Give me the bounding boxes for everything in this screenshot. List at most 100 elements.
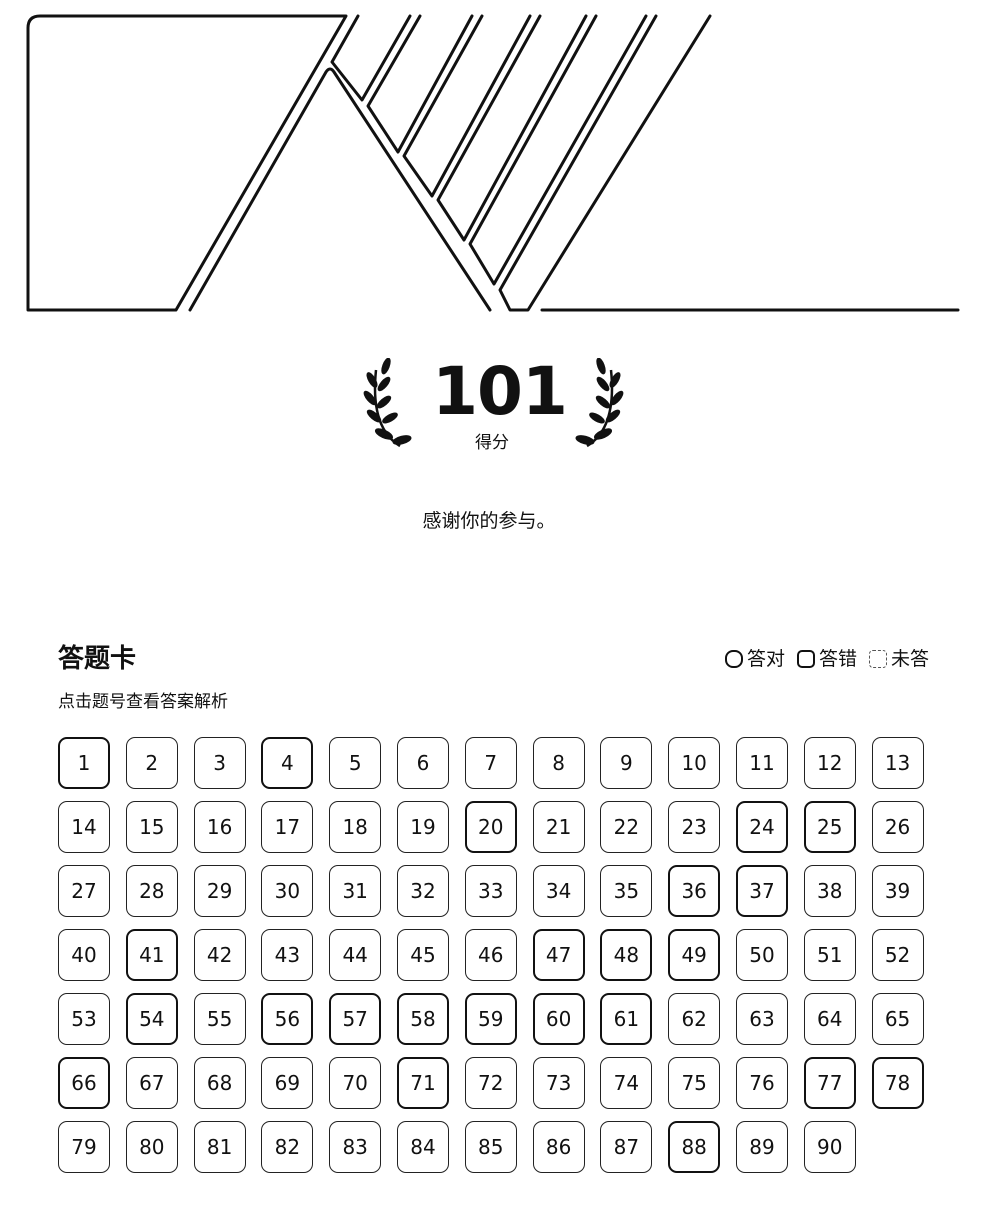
question-button[interactable]: 71 — [396, 1057, 449, 1109]
question-button[interactable]: 64 — [803, 993, 856, 1045]
legend-unanswered: 未答 — [868, 646, 929, 672]
legend-wrong-label: 答错 — [818, 648, 857, 670]
question-button[interactable]: 22 — [600, 801, 653, 853]
question-button[interactable]: 67 — [125, 1057, 178, 1109]
question-button[interactable]: 49 — [668, 929, 721, 981]
question-button[interactable]: 53 — [58, 993, 110, 1045]
question-button[interactable]: 24 — [735, 801, 788, 853]
legend-wrong: 答错 — [796, 646, 857, 672]
question-button[interactable]: 82 — [261, 1121, 314, 1173]
question-button[interactable]: 87 — [600, 1121, 653, 1173]
question-button[interactable]: 16 — [193, 801, 246, 853]
question-button[interactable]: 40 — [58, 929, 110, 981]
question-button[interactable]: 39 — [871, 865, 924, 917]
question-button[interactable]: 81 — [193, 1121, 246, 1173]
question-button[interactable]: 58 — [396, 993, 449, 1045]
question-button[interactable]: 9 — [600, 737, 653, 789]
question-button[interactable]: 47 — [532, 929, 585, 981]
question-button[interactable]: 80 — [125, 1121, 178, 1173]
question-button[interactable]: 76 — [735, 1057, 788, 1109]
question-button[interactable]: 60 — [532, 993, 585, 1045]
question-button[interactable]: 28 — [125, 865, 178, 917]
question-button[interactable]: 68 — [193, 1057, 246, 1109]
question-button[interactable]: 73 — [532, 1057, 585, 1109]
question-button[interactable]: 83 — [329, 1121, 382, 1173]
question-button[interactable]: 57 — [329, 993, 382, 1045]
question-button[interactable]: 74 — [600, 1057, 653, 1109]
question-button[interactable]: 86 — [532, 1121, 585, 1173]
question-button[interactable]: 15 — [125, 801, 178, 853]
question-button[interactable]: 61 — [600, 993, 653, 1045]
question-button[interactable]: 44 — [329, 929, 382, 981]
question-button[interactable]: 25 — [803, 801, 856, 853]
question-button[interactable]: 48 — [600, 929, 653, 981]
question-button[interactable]: 52 — [871, 929, 924, 981]
question-button[interactable]: 75 — [668, 1057, 721, 1109]
question-button[interactable]: 46 — [464, 929, 517, 981]
question-button[interactable]: 27 — [58, 865, 110, 917]
question-button[interactable]: 78 — [871, 1057, 924, 1109]
question-button[interactable]: 7 — [464, 737, 517, 789]
question-button[interactable]: 20 — [464, 801, 517, 853]
question-button[interactable]: 14 — [58, 801, 110, 853]
question-button[interactable]: 84 — [396, 1121, 449, 1173]
question-button[interactable]: 50 — [735, 929, 788, 981]
question-button[interactable]: 42 — [193, 929, 246, 981]
legend-unanswered-swatch — [868, 650, 887, 668]
question-button[interactable]: 8 — [532, 737, 585, 789]
question-button[interactable]: 89 — [735, 1121, 788, 1173]
question-button[interactable]: 77 — [803, 1057, 856, 1109]
question-button[interactable]: 23 — [668, 801, 721, 853]
question-grid: 1 2 3 4 5 6 7 8 9 10 11 12 13 14 15 16 17 18 19 20 21 22 23 24 2… — [58, 737, 928, 1173]
question-button[interactable]: 66 — [58, 1057, 110, 1109]
question-button[interactable]: 37 — [735, 865, 788, 917]
question-button[interactable]: 29 — [193, 865, 246, 917]
question-button[interactable]: 45 — [396, 929, 449, 981]
question-button[interactable]: 62 — [668, 993, 721, 1045]
question-button[interactable]: 2 — [125, 737, 178, 789]
legend-unanswered-label: 未答 — [890, 648, 929, 670]
question-button[interactable]: 70 — [329, 1057, 382, 1109]
question-button[interactable]: 54 — [125, 993, 178, 1045]
question-button[interactable]: 56 — [261, 993, 314, 1045]
question-button[interactable]: 31 — [329, 865, 382, 917]
question-button[interactable]: 10 — [668, 737, 721, 789]
question-button[interactable]: 1 — [58, 737, 110, 789]
question-button[interactable]: 5 — [329, 737, 382, 789]
question-button[interactable]: 72 — [464, 1057, 517, 1109]
legend-correct-swatch — [724, 650, 743, 668]
question-button[interactable]: 18 — [329, 801, 382, 853]
question-button[interactable]: 51 — [803, 929, 856, 981]
question-button[interactable]: 41 — [125, 929, 178, 981]
question-button[interactable]: 38 — [803, 865, 856, 917]
question-button[interactable]: 33 — [464, 865, 517, 917]
question-button[interactable]: 35 — [600, 865, 653, 917]
question-button[interactable]: 43 — [261, 929, 314, 981]
question-button[interactable]: 85 — [464, 1121, 517, 1173]
question-button[interactable]: 65 — [871, 993, 924, 1045]
legend: 答对 答错 未答 — [713, 646, 929, 672]
question-button[interactable]: 34 — [532, 865, 585, 917]
question-button[interactable]: 6 — [396, 737, 449, 789]
question-button[interactable]: 4 — [261, 737, 314, 789]
question-button[interactable]: 30 — [261, 865, 314, 917]
question-button[interactable]: 21 — [532, 801, 585, 853]
question-button[interactable]: 90 — [803, 1121, 856, 1173]
question-button[interactable]: 55 — [193, 993, 246, 1045]
answer-card-hint: 点击题号查看答案解析 — [58, 692, 228, 712]
question-button[interactable]: 32 — [396, 865, 449, 917]
question-button[interactable]: 79 — [58, 1121, 110, 1173]
question-button[interactable]: 12 — [803, 737, 856, 789]
question-button[interactable]: 17 — [261, 801, 314, 853]
score-value: 101 — [432, 353, 568, 430]
question-button[interactable]: 63 — [735, 993, 788, 1045]
question-button[interactable]: 88 — [668, 1121, 721, 1173]
question-button[interactable]: 69 — [261, 1057, 314, 1109]
question-button[interactable]: 59 — [464, 993, 517, 1045]
question-button[interactable]: 19 — [396, 801, 449, 853]
question-button[interactable]: 36 — [668, 865, 721, 917]
question-button[interactable]: 11 — [735, 737, 788, 789]
question-button[interactable]: 26 — [871, 801, 924, 853]
question-button[interactable]: 13 — [871, 737, 924, 789]
question-button[interactable]: 3 — [193, 737, 246, 789]
